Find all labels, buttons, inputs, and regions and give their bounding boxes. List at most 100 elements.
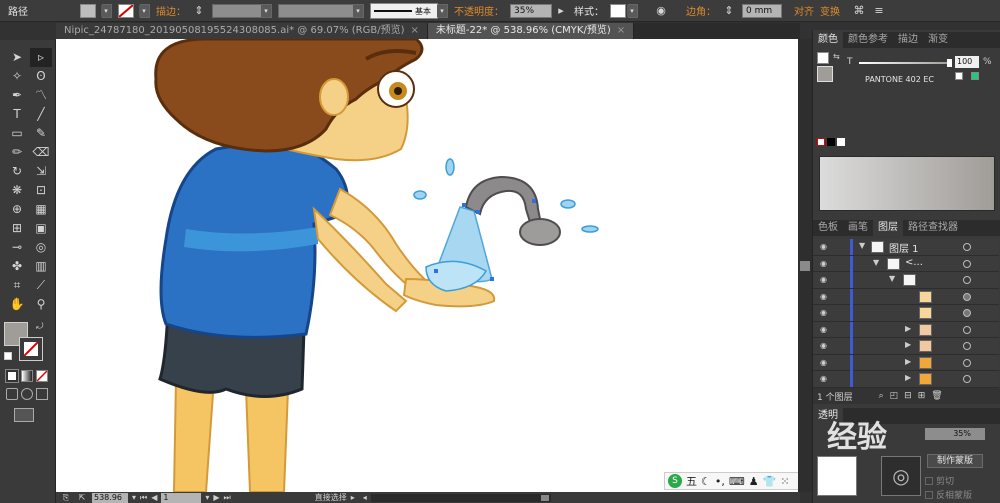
- artboard-dropdown-icon[interactable]: ▾: [205, 493, 209, 502]
- shape-builder-tool-icon[interactable]: ⊕: [6, 200, 28, 219]
- prev-artboard-icon[interactable]: ◀: [151, 493, 157, 502]
- selection-tool-icon[interactable]: ➤: [6, 48, 28, 67]
- tab-color[interactable]: 颜色: [813, 32, 843, 48]
- tint-value-field[interactable]: 100: [955, 56, 979, 68]
- fill-mini-swatch[interactable]: [817, 66, 833, 82]
- out-of-gamut-icon[interactable]: [971, 72, 979, 80]
- tint-slider-handle[interactable]: [947, 59, 952, 67]
- expand-triangle-icon[interactable]: ▶: [905, 357, 911, 366]
- expand-triangle-icon[interactable]: ▶: [905, 324, 911, 333]
- tab-stroke[interactable]: 描边: [893, 32, 923, 48]
- visibility-eye-icon[interactable]: ◉: [820, 308, 832, 317]
- layer-row[interactable]: ◉ ▶: [813, 338, 999, 355]
- tab-brushes[interactable]: 画笔: [843, 220, 873, 236]
- punctuation-icon[interactable]: •,: [715, 475, 725, 488]
- target-circle-icon[interactable]: [963, 276, 971, 284]
- warp-tool-icon[interactable]: ❋: [6, 181, 28, 200]
- draw-inside-icon[interactable]: [36, 388, 48, 400]
- expand-triangle-icon[interactable]: ▼: [859, 241, 865, 250]
- fill-swatch[interactable]: [80, 3, 96, 18]
- target-circle-icon[interactable]: [963, 243, 971, 251]
- graphic-style-dropdown[interactable]: ▾: [627, 3, 638, 18]
- visibility-eye-icon[interactable]: ◉: [820, 292, 832, 301]
- graphic-style-swatch[interactable]: [610, 3, 626, 18]
- lasso-tool-icon[interactable]: ʘ: [30, 67, 52, 86]
- grid-icon[interactable]: ⁙: [780, 475, 789, 488]
- target-circle-icon[interactable]: [963, 325, 971, 334]
- tint-slider[interactable]: [859, 62, 951, 64]
- align-link[interactable]: 对齐: [794, 3, 814, 18]
- scale-tool-icon[interactable]: ⇲: [30, 162, 52, 181]
- pencil-tool-icon[interactable]: ✏: [6, 143, 28, 162]
- layer-row[interactable]: ◉ ▼ <...: [813, 255, 999, 272]
- vertical-scrollbar[interactable]: [798, 39, 812, 492]
- visibility-eye-icon[interactable]: ◉: [820, 325, 832, 334]
- expand-triangle-icon[interactable]: ▶: [905, 373, 911, 382]
- transform-link[interactable]: 变换: [820, 3, 840, 18]
- rectangle-tool-icon[interactable]: ▭: [6, 124, 28, 143]
- visibility-eye-icon[interactable]: ◉: [820, 341, 832, 350]
- transparency-opacity-field[interactable]: 35%: [925, 428, 985, 440]
- visibility-eye-icon[interactable]: ◉: [820, 374, 832, 383]
- symbol-sprayer-tool-icon[interactable]: ✤: [6, 257, 28, 276]
- recolor-artwork-icon[interactable]: ◉: [654, 4, 668, 18]
- white-swatch[interactable]: [837, 138, 845, 146]
- panel-menu-icon[interactable]: ≡: [872, 4, 886, 18]
- opacity-arrow-icon[interactable]: ▸: [554, 4, 568, 18]
- expand-triangle-icon[interactable]: ▼: [889, 274, 895, 283]
- blend-tool-icon[interactable]: ◎: [30, 238, 52, 257]
- stroke-color-box[interactable]: [19, 337, 43, 361]
- opacity-field[interactable]: 35%: [510, 3, 552, 18]
- pen-tool-icon[interactable]: ✒: [6, 86, 28, 105]
- scroll-thumb[interactable]: [800, 261, 810, 271]
- gradient-tool-icon[interactable]: ▣: [30, 219, 52, 238]
- stroke-dropdown[interactable]: ▾: [139, 3, 150, 18]
- corner-label[interactable]: 边角：: [686, 3, 716, 18]
- stroke-swatch[interactable]: [118, 3, 134, 18]
- zoom-tool-icon[interactable]: ⚲: [30, 295, 52, 314]
- stroke-label[interactable]: 描边：: [156, 3, 186, 18]
- stroke-mini-swatch[interactable]: [817, 52, 829, 64]
- draw-behind-icon[interactable]: [21, 388, 33, 400]
- ime-mode[interactable]: 五: [686, 473, 697, 489]
- visibility-eye-icon[interactable]: ◉: [820, 358, 832, 367]
- horizontal-scrollbar[interactable]: [370, 493, 551, 502]
- layer-row[interactable]: ◉ ▶: [813, 354, 999, 371]
- tab-layers[interactable]: 图层: [873, 220, 903, 236]
- keyboard-icon[interactable]: ⌨: [729, 475, 745, 488]
- locate-object-icon[interactable]: ⌕: [879, 391, 884, 401]
- curvature-tool-icon[interactable]: 〽: [30, 86, 52, 105]
- expand-triangle-icon[interactable]: ▶: [905, 340, 911, 349]
- eraser-tool-icon[interactable]: ⌫: [30, 143, 52, 162]
- isolate-icon[interactable]: ⌘: [852, 4, 866, 18]
- variable-width-dropdown[interactable]: ▾: [278, 3, 364, 18]
- mask-thumbnail[interactable]: ◎: [881, 456, 921, 496]
- corner-field[interactable]: 0 mm: [742, 3, 782, 18]
- corner-stepper[interactable]: ⇕: [722, 4, 736, 18]
- close-icon[interactable]: ×: [617, 25, 625, 36]
- shirt-icon[interactable]: 👕: [763, 475, 777, 488]
- visibility-eye-icon[interactable]: ◉: [820, 259, 832, 268]
- perspective-grid-tool-icon[interactable]: ▦: [30, 200, 52, 219]
- slice-tool-icon[interactable]: ⟋: [30, 276, 52, 295]
- layer-name[interactable]: 图层 1: [889, 240, 919, 255]
- tab-untitled-22[interactable]: 未标题-22* @ 538.96% (CMYK/预览) ×: [427, 23, 635, 39]
- layer-row[interactable]: ◉ ▶: [813, 371, 999, 388]
- brush-dropdown-arrow[interactable]: ▾: [437, 3, 448, 18]
- screen-mode-icon[interactable]: [14, 408, 34, 422]
- free-transform-tool-icon[interactable]: ⊡: [30, 181, 52, 200]
- close-icon[interactable]: ×: [411, 25, 419, 36]
- target-circle-icon[interactable]: [963, 342, 971, 350]
- stroke-weight-stepper[interactable]: ⇕: [192, 4, 206, 18]
- none-mode-icon[interactable]: [36, 370, 48, 382]
- artboard-tool-icon[interactable]: ⌗: [6, 276, 28, 295]
- target-circle-icon[interactable]: [963, 309, 971, 317]
- hand-tool-icon[interactable]: ✋: [6, 295, 28, 314]
- color-spectrum[interactable]: [819, 156, 995, 211]
- color-mode-icon[interactable]: [5, 369, 19, 383]
- person-icon[interactable]: ♟: [749, 475, 759, 488]
- gradient-mode-icon[interactable]: [21, 370, 33, 382]
- new-sublayer-icon[interactable]: ⊟: [904, 391, 912, 401]
- line-tool-icon[interactable]: ╱: [30, 105, 52, 124]
- make-mask-button[interactable]: 制作蒙版: [927, 454, 983, 468]
